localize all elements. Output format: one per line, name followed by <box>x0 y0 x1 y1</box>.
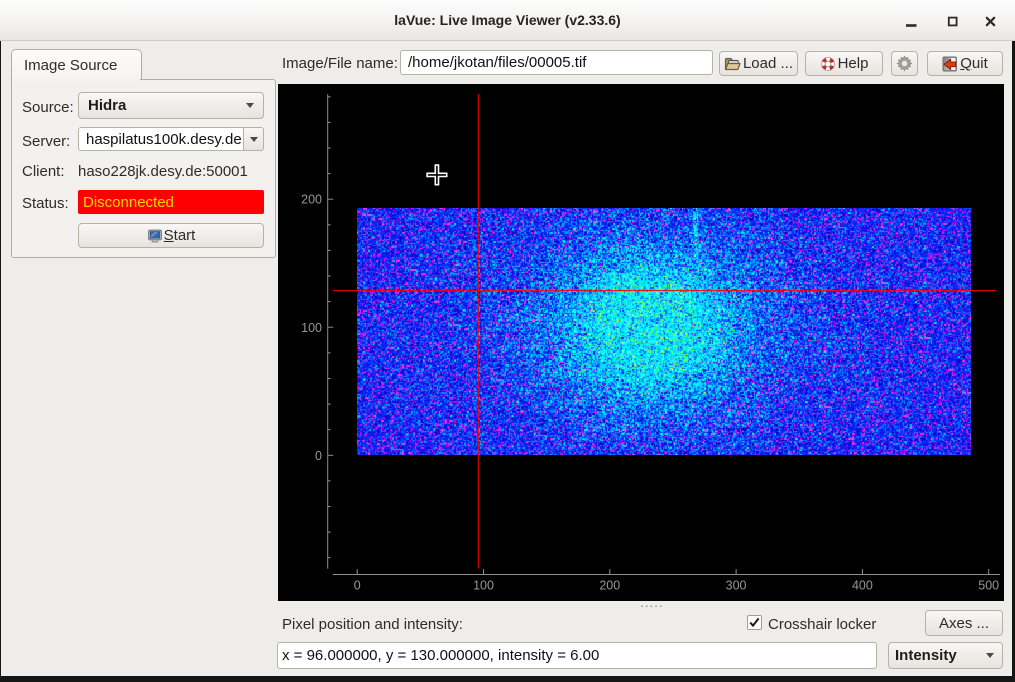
svg-text:0: 0 <box>315 449 322 463</box>
svg-text:400: 400 <box>852 579 873 593</box>
svg-text:200: 200 <box>599 579 620 593</box>
svg-text:0: 0 <box>354 579 361 593</box>
svg-text:300: 300 <box>726 579 747 593</box>
svg-text:100: 100 <box>301 321 322 335</box>
svg-text:500: 500 <box>978 579 999 593</box>
svg-text:200: 200 <box>301 193 322 207</box>
svg-text:100: 100 <box>473 579 494 593</box>
